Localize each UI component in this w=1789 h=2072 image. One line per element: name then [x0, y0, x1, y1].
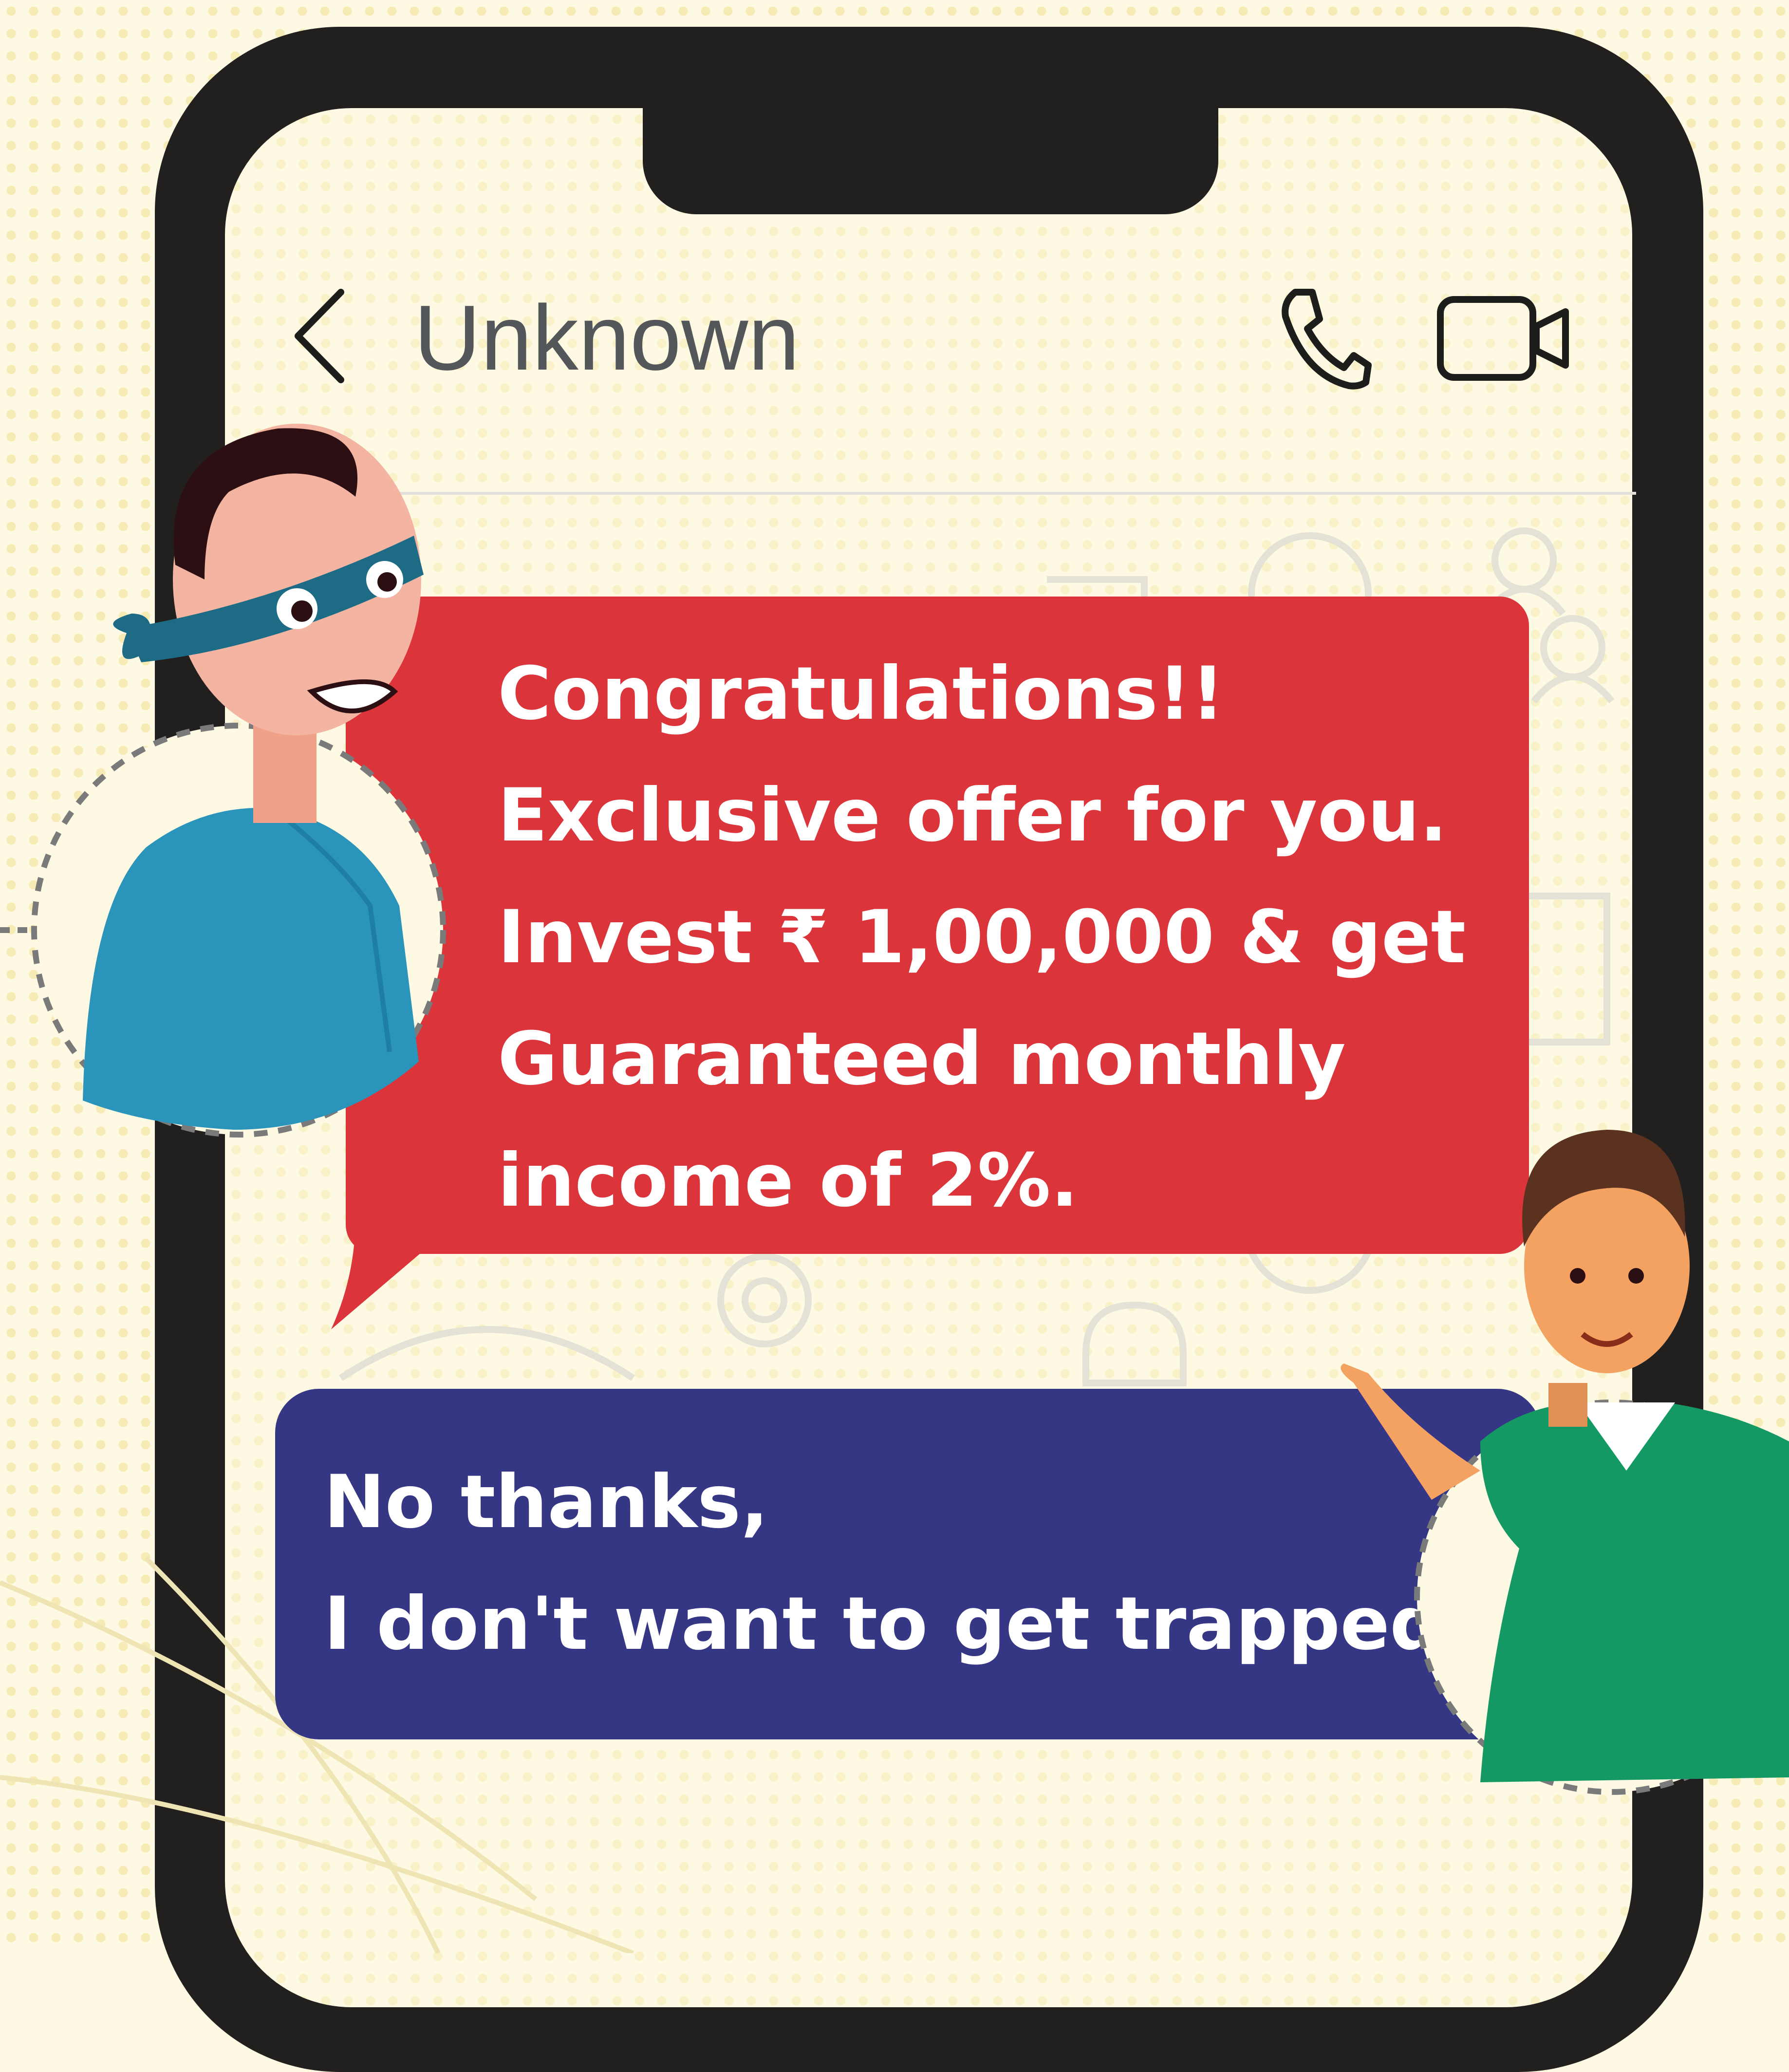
scammer-avatar: [0, 424, 446, 1138]
message-line: Congratulations!!: [498, 652, 1225, 736]
phone-icon[interactable]: [1276, 282, 1373, 390]
lock-doodle-icon: [1082, 1301, 1187, 1386]
phone-notch: [643, 88, 1218, 214]
message-line: Exclusive offer for you.: [498, 773, 1448, 858]
gear-doodle-icon: [717, 1253, 812, 1347]
bubble-tail: [331, 1217, 463, 1329]
contact-name[interactable]: Unknown: [414, 285, 800, 391]
message-line: Invest ₹ 1,00,000 & get: [498, 895, 1466, 980]
chevron-left-icon[interactable]: [292, 287, 346, 385]
user-doodle-icon: [1491, 527, 1557, 593]
user-avatar: [1341, 1130, 1789, 1795]
video-camera-icon[interactable]: [1436, 295, 1570, 382]
header-divider: [370, 492, 1636, 495]
dome-doodle-icon: [339, 1326, 635, 1381]
